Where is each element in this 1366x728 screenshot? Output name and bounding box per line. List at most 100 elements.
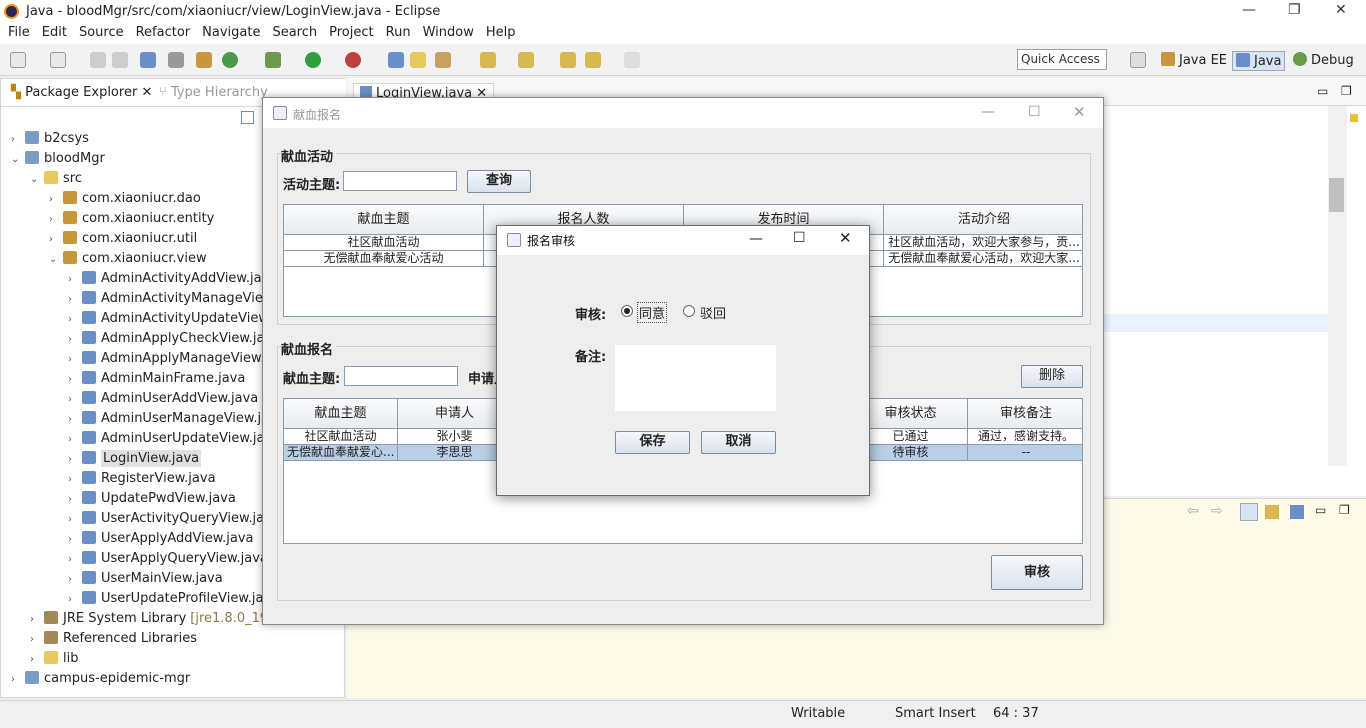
chevron-right-icon[interactable]: › xyxy=(49,190,63,210)
reject-label[interactable]: 驳回 xyxy=(700,303,726,322)
chevron-right-icon[interactable]: › xyxy=(68,550,82,570)
console-icon[interactable] xyxy=(140,52,156,68)
menu-file[interactable]: File xyxy=(4,25,34,40)
chevron-right-icon[interactable]: › xyxy=(68,470,82,490)
chevron-right-icon[interactable]: › xyxy=(11,670,25,690)
forward-icon[interactable] xyxy=(624,52,640,68)
run-external-icon[interactable] xyxy=(345,52,361,68)
close-tab-icon[interactable]: ✕ xyxy=(141,85,152,100)
expand-down-icon[interactable]: ⌄ xyxy=(30,170,44,190)
chevron-right-icon[interactable]: › xyxy=(68,410,82,430)
last-edit-icon[interactable] xyxy=(560,52,576,68)
close-button[interactable]: ✕ xyxy=(1073,103,1086,121)
chevron-right-icon[interactable]: › xyxy=(68,570,82,590)
chevron-right-icon[interactable]: › xyxy=(68,450,82,470)
chevron-right-icon[interactable]: › xyxy=(68,330,82,350)
approve-radio[interactable] xyxy=(621,305,633,317)
menu-navigate[interactable]: Navigate xyxy=(198,25,264,40)
run-icon[interactable] xyxy=(305,52,321,68)
chevron-right-icon[interactable]: › xyxy=(68,310,82,330)
menu-window[interactable]: Window xyxy=(419,25,478,40)
column-header[interactable]: 申请人 xyxy=(398,399,512,429)
column-header[interactable]: 审核备注 xyxy=(968,399,1082,429)
chevron-right-icon[interactable]: › xyxy=(49,210,63,230)
open-console-icon[interactable] xyxy=(1265,505,1279,519)
minimize-button[interactable]: — xyxy=(1242,2,1256,18)
chevron-right-icon[interactable]: › xyxy=(68,530,82,550)
new-java-package-icon[interactable] xyxy=(196,52,212,68)
chevron-right-icon[interactable]: › xyxy=(68,490,82,510)
open-folder-icon[interactable] xyxy=(410,52,426,68)
debug-icon[interactable] xyxy=(265,52,281,68)
tab-package-explorer[interactable]: ▚ Package Explorer ✕ xyxy=(11,85,152,100)
refresh-icon[interactable] xyxy=(222,52,238,68)
audit-button[interactable]: 审核 xyxy=(991,555,1083,590)
restore-button[interactable]: ❐ xyxy=(1288,2,1301,18)
minimize-button[interactable]: — xyxy=(749,231,763,247)
open-perspective-icon[interactable] xyxy=(1130,52,1146,68)
column-header[interactable]: 审核状态 xyxy=(854,399,968,429)
chevron-right-icon[interactable]: › xyxy=(68,270,82,290)
menu-edit[interactable]: Edit xyxy=(38,25,71,40)
next-annotation-icon[interactable] xyxy=(480,52,496,68)
back-icon[interactable]: ⇦ xyxy=(1187,503,1199,519)
chevron-right-icon[interactable]: › xyxy=(68,430,82,450)
perspective-debug[interactable]: Debug xyxy=(1290,51,1357,71)
apply-topic-input[interactable] xyxy=(344,366,458,386)
menu-search[interactable]: Search xyxy=(268,25,321,40)
column-header[interactable]: 献血主题 xyxy=(284,205,484,235)
expand-down-icon[interactable]: ⌄ xyxy=(49,250,63,270)
tree-item[interactable]: › Referenced Libraries xyxy=(1,629,346,649)
query-button[interactable]: 查询 xyxy=(467,170,531,193)
delete-button[interactable]: 删除 xyxy=(1021,365,1083,388)
forward-icon[interactable]: ⇨ xyxy=(1211,503,1223,519)
approve-label[interactable]: 同意 xyxy=(637,302,668,323)
skip-breakpoints-icon[interactable] xyxy=(168,52,184,68)
collapse-all-icon[interactable] xyxy=(241,111,254,124)
chevron-right-icon[interactable]: › xyxy=(68,350,82,370)
menu-refactor[interactable]: Refactor xyxy=(132,25,195,40)
minimize-view-icon[interactable]: ▭ xyxy=(1317,84,1328,98)
chevron-right-icon[interactable]: › xyxy=(68,370,82,390)
new-icon[interactable] xyxy=(10,52,26,68)
chevron-right-icon[interactable]: › xyxy=(68,390,82,410)
minimize-view-icon[interactable]: ▭ xyxy=(1315,503,1326,517)
save-button[interactable]: 保存 xyxy=(615,431,690,454)
chevron-right-icon[interactable]: › xyxy=(49,230,63,250)
menu-help[interactable]: Help xyxy=(482,25,520,40)
maximize-view-icon[interactable]: ❐ xyxy=(1339,503,1350,517)
chevron-right-icon[interactable]: › xyxy=(68,290,82,310)
maximize-button[interactable]: ☐ xyxy=(793,230,806,246)
column-header[interactable]: 献血主题 xyxy=(284,399,398,429)
maximize-button[interactable]: ☐ xyxy=(1028,104,1041,120)
save-icon[interactable] xyxy=(90,52,106,68)
tree-item[interactable]: › campus-epidemic-mgr xyxy=(1,669,346,689)
minimize-button[interactable]: — xyxy=(981,104,995,120)
remark-textarea[interactable] xyxy=(615,345,776,411)
vertical-scrollbar[interactable] xyxy=(1328,106,1347,466)
prev-annotation-icon[interactable] xyxy=(518,52,534,68)
cancel-button[interactable]: 取消 xyxy=(701,431,776,454)
expand-down-icon[interactable]: ⌄ xyxy=(11,150,25,170)
menu-run[interactable]: Run xyxy=(382,25,415,40)
back-icon[interactable] xyxy=(585,52,601,68)
chevron-right-icon[interactable]: › xyxy=(68,510,82,530)
link-icon[interactable] xyxy=(1240,503,1258,521)
maximize-view-icon[interactable]: ❐ xyxy=(1341,84,1352,98)
perspective-java-ee[interactable]: Java EE xyxy=(1158,51,1230,71)
pin-console-icon[interactable] xyxy=(1290,505,1304,519)
menu-source[interactable]: Source xyxy=(75,25,128,40)
tree-item[interactable]: › lib xyxy=(1,649,346,669)
reject-radio[interactable] xyxy=(683,305,695,317)
quick-access-input[interactable]: Quick Access xyxy=(1017,49,1107,70)
tab-type-hierarchy[interactable]: ⑂ Type Hierarchy xyxy=(159,85,268,100)
warning-marker[interactable] xyxy=(1350,114,1358,122)
chevron-right-icon[interactable]: › xyxy=(30,650,44,670)
chevron-right-icon[interactable]: › xyxy=(30,610,44,630)
chevron-right-icon[interactable]: › xyxy=(30,630,44,650)
close-button[interactable]: ✕ xyxy=(839,229,852,247)
activity-topic-input[interactable] xyxy=(343,171,457,191)
menu-project[interactable]: Project xyxy=(325,25,377,40)
chevron-right-icon[interactable]: › xyxy=(11,130,25,150)
close-button[interactable]: ✕ xyxy=(1335,2,1347,18)
